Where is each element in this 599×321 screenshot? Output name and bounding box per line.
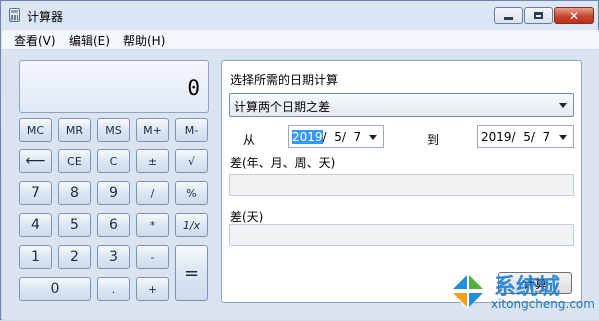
menu-edit[interactable]: 编辑(E) bbox=[69, 32, 110, 49]
watermark-url: xitongcheng.com bbox=[491, 297, 595, 311]
to-date-picker[interactable]: 2019/ 5/ 7 bbox=[477, 125, 574, 148]
chevron-down-icon[interactable] bbox=[559, 135, 567, 140]
key-m-plus[interactable]: M+ bbox=[136, 118, 169, 142]
menu-bar: 查看(V) 编辑(E) 帮助(H) bbox=[2, 30, 599, 50]
from-label: 从 bbox=[243, 133, 256, 147]
menu-view[interactable]: 查看(V) bbox=[14, 32, 56, 49]
key-9[interactable]: 9 bbox=[97, 181, 130, 205]
key-mr[interactable]: MR bbox=[58, 118, 91, 142]
key-8[interactable]: 8 bbox=[58, 181, 91, 205]
maximize-button[interactable] bbox=[524, 7, 553, 24]
key-multiply[interactable]: * bbox=[136, 213, 169, 237]
key-6[interactable]: 6 bbox=[97, 213, 130, 237]
diff-days-label: 差(天) bbox=[230, 210, 264, 224]
from-date-picker[interactable]: 2019/ 5/ 7 bbox=[288, 125, 384, 148]
key-c[interactable]: C bbox=[97, 149, 130, 173]
minimize-button[interactable] bbox=[494, 7, 523, 24]
watermark: 系统城 xitongcheng.com bbox=[441, 261, 599, 321]
key-percent[interactable]: % bbox=[175, 181, 208, 205]
diff-ymwd-output bbox=[229, 174, 574, 196]
calc-mode-value: 计算两个日期之差 bbox=[234, 100, 331, 114]
diff-days-output bbox=[229, 224, 574, 246]
maximize-icon bbox=[534, 12, 543, 19]
key-equals[interactable]: = bbox=[175, 245, 208, 301]
key-add[interactable]: + bbox=[136, 277, 169, 301]
chevron-down-icon bbox=[559, 103, 567, 108]
calc-mode-select[interactable]: 计算两个日期之差 bbox=[229, 93, 574, 117]
key-mc[interactable]: MC bbox=[19, 118, 52, 142]
calculator-app-icon bbox=[9, 8, 20, 22]
key-3[interactable]: 3 bbox=[97, 245, 130, 269]
window-title: 计算器 bbox=[27, 10, 64, 24]
key-0[interactable]: 0 bbox=[19, 277, 91, 301]
key-5[interactable]: 5 bbox=[58, 213, 91, 237]
from-date-month-day[interactable]: / 5/ 7 bbox=[323, 130, 362, 144]
key-4[interactable]: 4 bbox=[19, 213, 52, 237]
key-7[interactable]: 7 bbox=[19, 181, 52, 205]
key-subtract[interactable]: - bbox=[136, 245, 169, 269]
display-value: 0 bbox=[187, 76, 200, 100]
close-button[interactable]: ✕ bbox=[554, 7, 594, 24]
watermark-logo-icon bbox=[449, 273, 485, 309]
minimize-icon bbox=[504, 17, 513, 20]
calculator-display: 0 bbox=[19, 60, 209, 113]
key-m-minus[interactable]: M- bbox=[175, 118, 208, 142]
date-calc-heading: 选择所需的日期计算 bbox=[230, 73, 339, 87]
title-bar[interactable]: 计算器 ✕ bbox=[1, 1, 598, 29]
key-sqrt[interactable]: √ bbox=[175, 149, 208, 173]
key-backspace[interactable]: ⟵ bbox=[19, 149, 52, 173]
key-ms[interactable]: MS bbox=[97, 118, 130, 142]
key-plus-minus[interactable]: ± bbox=[136, 149, 169, 173]
close-icon: ✕ bbox=[568, 8, 580, 23]
to-date-value[interactable]: 2019/ 5/ 7 bbox=[481, 130, 550, 144]
key-1[interactable]: 1 bbox=[19, 245, 52, 269]
key-2[interactable]: 2 bbox=[58, 245, 91, 269]
menu-help[interactable]: 帮助(H) bbox=[123, 32, 165, 49]
key-decimal[interactable]: . bbox=[97, 277, 130, 301]
from-date-year[interactable]: 2019 bbox=[292, 130, 323, 144]
diff-ymwd-label: 差(年、月、周、天) bbox=[230, 156, 336, 170]
to-label: 到 bbox=[427, 133, 440, 147]
calculator-window: 计算器 ✕ 查看(V) 编辑(E) 帮助(H) 0 MC MR MS M+ M-… bbox=[0, 0, 599, 320]
key-ce[interactable]: CE bbox=[58, 149, 91, 173]
key-reciprocal[interactable]: 1/x bbox=[175, 213, 208, 237]
key-divide[interactable]: / bbox=[136, 181, 169, 205]
chevron-down-icon[interactable] bbox=[369, 135, 377, 140]
